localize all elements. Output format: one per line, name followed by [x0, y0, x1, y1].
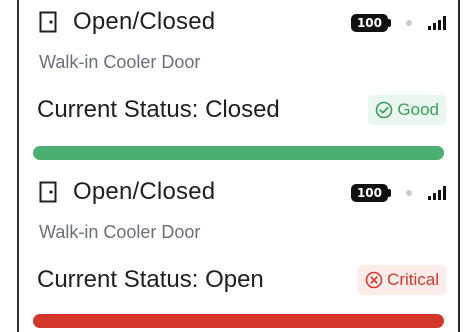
- cellular-signal-icon: [428, 186, 446, 200]
- status-dot-icon: [406, 190, 412, 196]
- battery-indicator: 100: [350, 184, 392, 202]
- current-status: Current Status: Closed: [37, 96, 280, 123]
- card-title-row: Open/Closed: [39, 176, 215, 208]
- status-badge: Critical: [358, 265, 446, 295]
- sensor-card-door-closed[interactable]: Open/Closed 100 Walk-in Cooler Door Curr…: [17, 0, 460, 166]
- device-location: Walk-in Cooler Door: [39, 222, 201, 242]
- door-icon: [39, 11, 57, 33]
- current-status: Current Status: Open: [37, 266, 264, 293]
- status-bar: [33, 146, 444, 160]
- check-circle-icon: [376, 101, 393, 119]
- status-badge: Good: [368, 95, 446, 125]
- card-title: Open/Closed: [73, 178, 216, 205]
- card-title: Open/Closed: [73, 8, 216, 35]
- card-title-row: Open/Closed: [39, 6, 215, 38]
- device-location: Walk-in Cooler Door: [39, 52, 201, 72]
- sensor-card-stack: Open/Closed 100 Walk-in Cooler Door Curr…: [0, 0, 463, 332]
- door-icon: [39, 181, 57, 203]
- status-bar: [33, 314, 444, 328]
- device-status-icons: 100: [350, 182, 446, 204]
- x-circle-icon: [365, 271, 383, 289]
- cellular-signal-icon: [428, 16, 446, 30]
- status-badge-label: Good: [397, 100, 439, 119]
- device-status-icons: 100: [350, 12, 446, 34]
- status-dot-icon: [406, 20, 412, 26]
- status-badge-label: Critical: [387, 270, 439, 289]
- battery-indicator: 100: [350, 14, 392, 32]
- sensor-card-door-open[interactable]: Open/Closed 100 Walk-in Cooler Door Curr…: [17, 166, 460, 332]
